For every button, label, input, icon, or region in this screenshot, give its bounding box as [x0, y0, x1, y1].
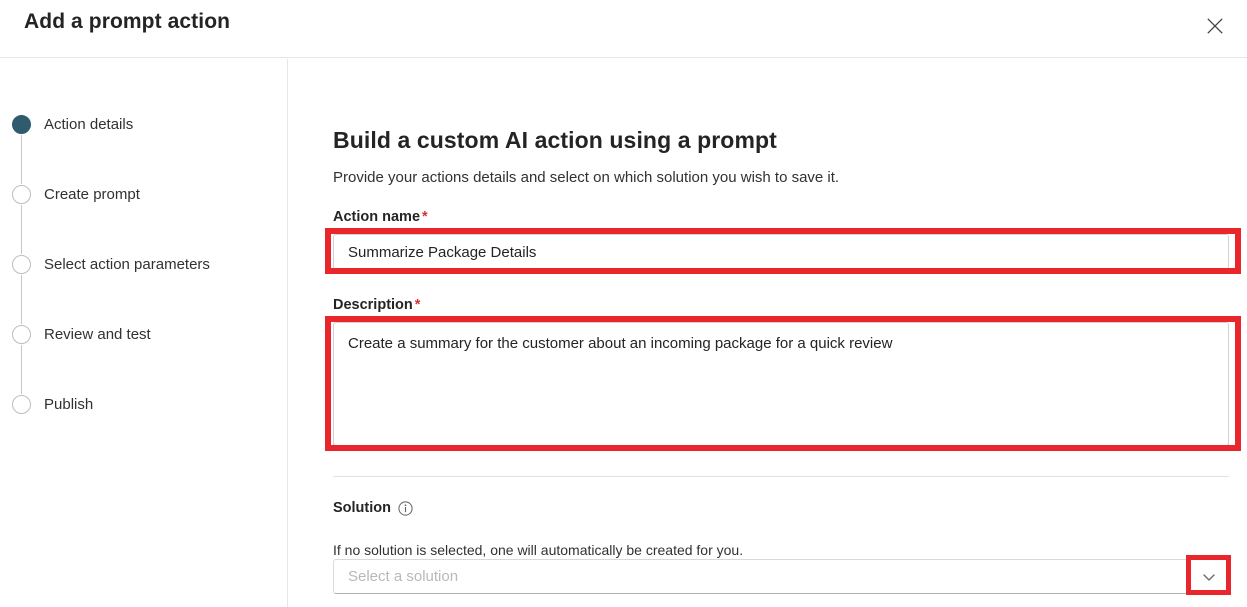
solution-help-text: If no solution is selected, one will aut…	[333, 542, 744, 558]
close-icon	[1206, 17, 1224, 35]
dialog-header: Add a prompt action	[0, 0, 1247, 58]
solution-label-row: Solution	[333, 500, 413, 516]
close-button[interactable]	[1195, 8, 1235, 44]
action-name-label-text: Action name	[333, 209, 421, 225]
step-dot-icon	[12, 394, 31, 414]
section-divider	[333, 476, 1229, 477]
step-label: Action details	[44, 115, 134, 133]
step-label: Publish	[44, 395, 94, 413]
sidebar-item-publish[interactable]: Publish	[12, 391, 93, 417]
step-label: Review and test	[44, 325, 151, 343]
sidebar-item-select-action-parameters[interactable]: Select action parameters	[12, 251, 210, 277]
stepper-navigation: Action details Create prompt Select acti…	[0, 59, 288, 607]
main-content: Build a custom AI action using a prompt …	[289, 59, 1247, 607]
step-label: Select action parameters	[44, 255, 210, 273]
step-connector	[21, 275, 22, 324]
step-connector	[21, 205, 22, 254]
solution-combobox-value: Select a solution	[348, 568, 459, 585]
step-dot-icon	[12, 324, 31, 344]
dialog-title: Add a prompt action	[24, 10, 231, 33]
step-label: Create prompt	[44, 185, 140, 203]
chevron-down-icon[interactable]	[1190, 569, 1228, 585]
action-name-input[interactable]	[333, 234, 1229, 270]
required-indicator: *	[422, 209, 428, 225]
step-dot-icon	[12, 184, 31, 204]
sidebar-item-review-and-test[interactable]: Review and test	[12, 321, 151, 347]
required-indicator: *	[414, 297, 421, 313]
step-dot-icon	[12, 114, 31, 134]
action-name-label: Action name *	[333, 209, 428, 225]
page-subtitle: Provide your actions details and select …	[333, 169, 840, 186]
description-label: Description *	[333, 297, 420, 313]
step-connector	[21, 135, 22, 184]
step-dot-icon	[12, 254, 31, 274]
description-label-text: Description	[333, 297, 413, 313]
description-textarea[interactable]	[333, 322, 1229, 447]
solution-combobox[interactable]: Select a solution	[333, 559, 1229, 594]
solution-label: Solution	[333, 500, 391, 516]
info-circle-icon[interactable]	[398, 500, 413, 516]
step-connector	[21, 345, 22, 394]
sidebar-item-create-prompt[interactable]: Create prompt	[12, 181, 140, 207]
sidebar-item-action-details[interactable]: Action details	[12, 111, 133, 137]
page-title: Build a custom AI action using a prompt	[333, 127, 777, 154]
